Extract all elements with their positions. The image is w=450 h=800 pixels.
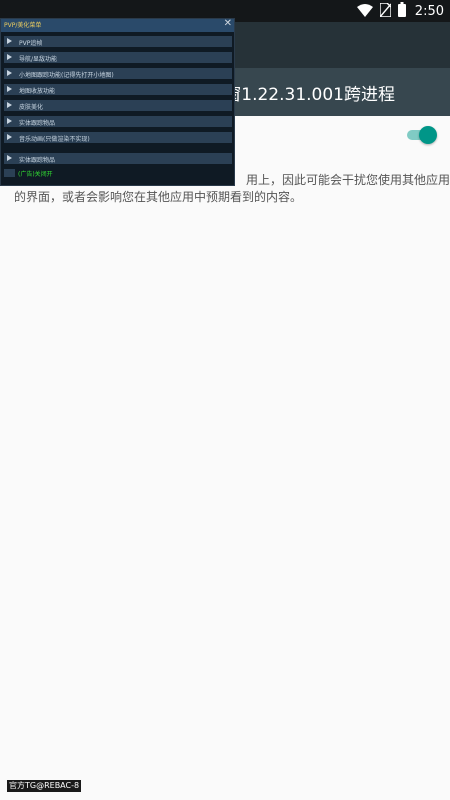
menu-title: PVP/美化菜单 [4, 22, 42, 29]
play-arrow-icon [7, 70, 12, 76]
menu-item-label: 音乐动画(只做渲染不实现) [19, 136, 90, 143]
floating-menu[interactable]: PVP/美化菜单 ✕ PVP追帧 导航/显敌功能 小地图跟踪功能(记得先打开小地… [0, 18, 235, 186]
checkbox-label: (广告)关闭开 [18, 171, 53, 178]
no-sim-icon [379, 1, 392, 21]
menu-item-map-zoom[interactable]: 地图收放功能 [4, 84, 232, 95]
status-icons: 2:50 [356, 1, 444, 21]
play-arrow-icon [7, 54, 12, 60]
overlay-permission-switch[interactable] [407, 126, 437, 144]
menu-item-music[interactable]: 音乐动画(只做渲染不实现) [4, 132, 232, 143]
menu-item-entity-track-2[interactable]: 实体跟踪物品 [4, 153, 232, 164]
menu-item-skin[interactable]: 皮肤美化 [4, 100, 232, 111]
play-arrow-icon [7, 155, 12, 161]
menu-item-label: 地图收放功能 [19, 88, 56, 95]
menu-item-entity-track[interactable]: 实体跟踪物品 [4, 116, 232, 127]
description-line-2: 的界面，或者会影响您在其他应用中预期看到的内容。 [14, 190, 303, 204]
play-arrow-icon [7, 86, 12, 92]
close-icon[interactable]: ✕ [224, 18, 232, 30]
menu-item-navigation[interactable]: 导航/显敌功能 [4, 52, 232, 63]
menu-item-label: 小地图跟踪功能(记得先打开小地图) [19, 72, 114, 79]
menu-item-label: 导航/显敌功能 [19, 56, 58, 63]
battery-icon [397, 1, 406, 21]
play-arrow-icon [7, 102, 12, 108]
play-arrow-icon [7, 134, 12, 140]
checkbox-box[interactable] [4, 169, 15, 177]
menu-item-minimap[interactable]: 小地图跟踪功能(记得先打开小地图) [4, 68, 232, 79]
app-bar-title: 浮窗1.22.31.001跨进程 [207, 85, 395, 105]
watermark: 官方TG@REBAC-8 [7, 780, 82, 792]
menu-item-label: 实体跟踪物品 [19, 157, 56, 164]
status-time: 2:50 [414, 3, 444, 19]
switch-thumb [419, 126, 437, 144]
ad-close-checkbox[interactable]: (广告)关闭开 [4, 168, 232, 178]
menu-item-label: 皮肤美化 [19, 104, 44, 111]
menu-item-label: PVP追帧 [19, 40, 43, 47]
play-arrow-icon [7, 38, 12, 44]
wifi-icon [356, 2, 373, 21]
menu-item-pvp[interactable]: PVP追帧 [4, 36, 232, 47]
menu-header[interactable]: PVP/美化菜单 ✕ [1, 18, 234, 32]
play-arrow-icon [7, 118, 12, 124]
menu-item-label: 实体跟踪物品 [19, 120, 56, 127]
